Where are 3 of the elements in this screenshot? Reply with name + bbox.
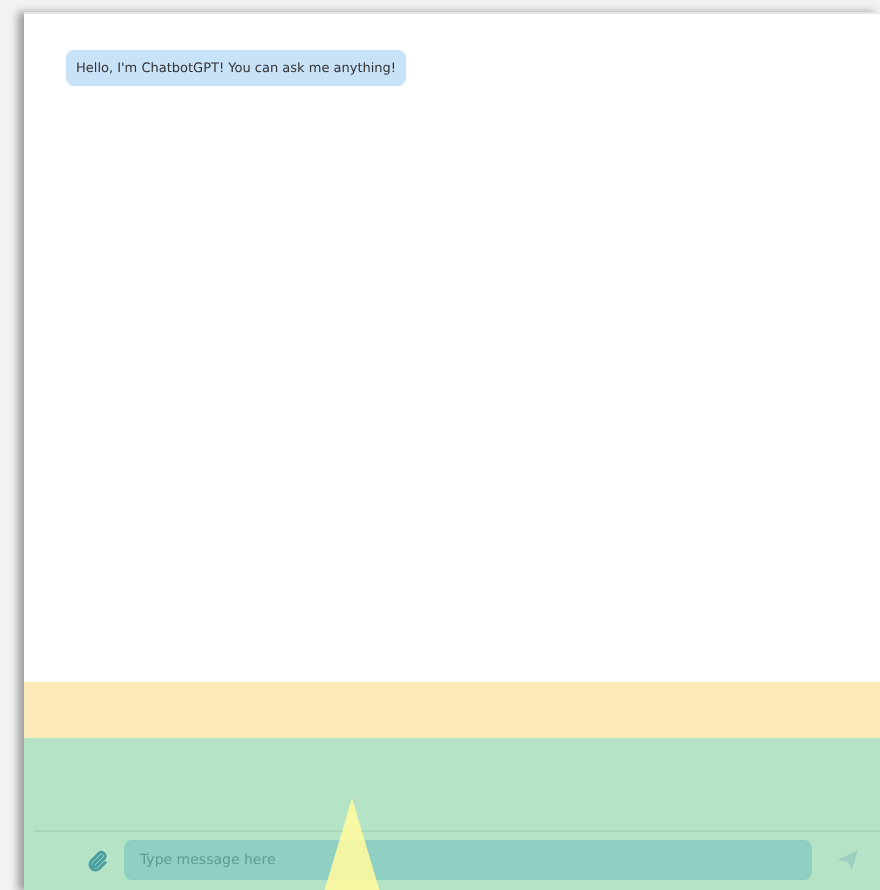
pointer-triangle <box>324 798 380 890</box>
paperclip-icon[interactable] <box>86 849 108 871</box>
send-icon[interactable] <box>836 848 860 872</box>
